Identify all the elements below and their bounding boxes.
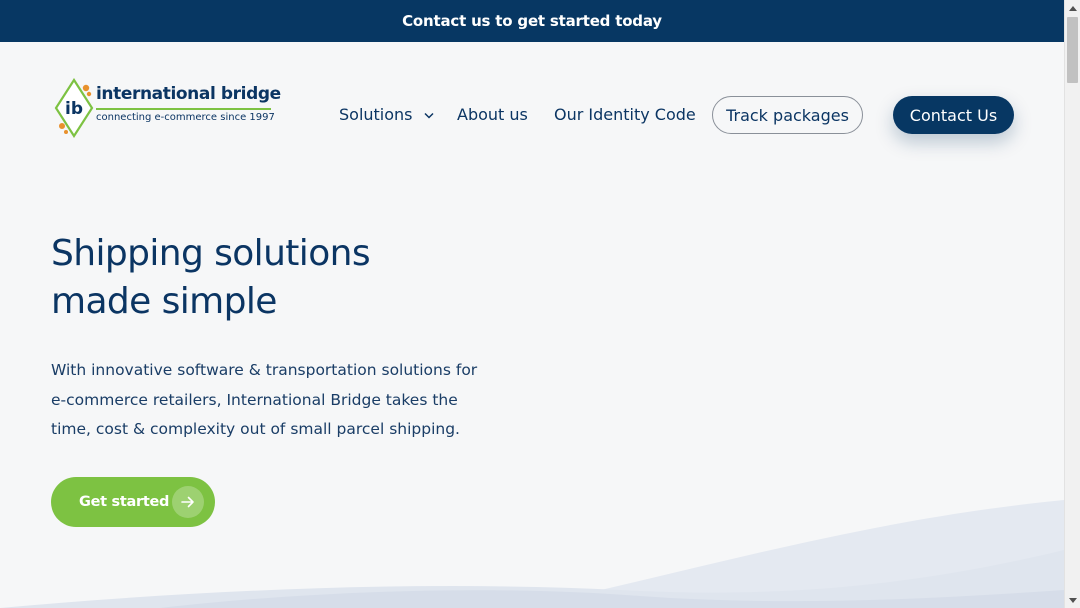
scroll-up-icon[interactable] xyxy=(1065,0,1080,16)
track-packages-button[interactable]: Track packages xyxy=(712,96,863,134)
scrollbar-thumb[interactable] xyxy=(1067,17,1078,83)
nav-identity-label: Our Identity Code xyxy=(554,105,696,124)
logo-name: international bridge xyxy=(96,84,281,104)
track-packages-label: Track packages xyxy=(726,105,849,125)
nav-about-label: About us xyxy=(457,105,528,124)
chevron-down-icon xyxy=(424,112,434,119)
hero-title-line1: Shipping solutions xyxy=(51,233,371,274)
vertical-scrollbar[interactable] xyxy=(1064,0,1080,608)
logo-diamond-icon: ib xyxy=(54,78,94,138)
announcement-bar[interactable]: Contact us to get started today xyxy=(0,0,1064,42)
logo[interactable]: ib international bridge connecting e-com… xyxy=(54,78,281,140)
scroll-down-icon[interactable] xyxy=(1065,592,1080,608)
logo-initials: ib xyxy=(65,99,83,119)
nav-solutions-label: Solutions xyxy=(339,105,413,124)
decorative-wave xyxy=(0,500,1064,608)
hero-description: With innovative software & transportatio… xyxy=(51,361,478,438)
contact-us-label: Contact Us xyxy=(909,105,998,125)
announcement-text[interactable]: Contact us to get started today xyxy=(402,12,662,30)
nav-about-us[interactable]: About us xyxy=(457,96,528,134)
logo-underline xyxy=(96,108,271,110)
contact-us-button[interactable]: Contact Us xyxy=(893,96,1014,134)
nav-identity-code[interactable]: Our Identity Code xyxy=(554,96,696,134)
nav-solutions[interactable]: Solutions xyxy=(339,96,434,134)
page: Contact us to get started today ib inter… xyxy=(0,0,1064,608)
hero-title: Shipping solutions made simple xyxy=(51,230,511,326)
logo-tagline: connecting e-commerce since 1997 xyxy=(96,112,275,123)
hero-title-line2: made simple xyxy=(51,281,277,322)
